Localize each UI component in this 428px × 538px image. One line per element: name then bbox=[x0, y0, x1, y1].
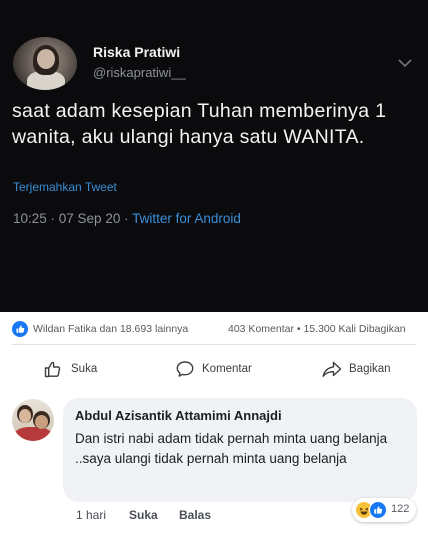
thumbs-up-icon bbox=[44, 361, 61, 378]
tweet-timestamp: 10:25 · 07 Sep 20 · bbox=[13, 211, 133, 226]
comment-time[interactable]: 1 hari bbox=[76, 508, 106, 522]
divider bbox=[12, 344, 416, 345]
tweet-card: Riska Pratiwi @riskapratiwi__ saat adam … bbox=[0, 0, 428, 312]
like-icon bbox=[369, 501, 387, 519]
like-label: Suka bbox=[71, 363, 98, 375]
facebook-post-footer: Wildan Fatika dan 18.693 lainnya 403 Kom… bbox=[0, 312, 428, 538]
chevron-down-icon[interactable] bbox=[398, 58, 412, 68]
share-button[interactable]: Bagikan bbox=[321, 359, 401, 379]
tweet-author-name[interactable]: Riska Pratiwi bbox=[93, 44, 180, 60]
like-reaction-icon bbox=[12, 321, 28, 337]
comment-bubble: Abdul Azisantik Attamimi Annajdi Dan ist… bbox=[63, 398, 417, 502]
share-label: Bagikan bbox=[349, 363, 391, 375]
tweet-text: saat adam kesepian Tuhan memberinya 1 wa… bbox=[12, 100, 387, 148]
comment-share-counts[interactable]: 403 Komentar • 15.300 Kali Dibagikan bbox=[228, 323, 406, 335]
tweet-author-avatar[interactable] bbox=[13, 37, 77, 90]
comment-reactions[interactable]: 122 bbox=[352, 498, 416, 522]
comment-label: Komentar bbox=[202, 363, 252, 375]
reaction-count: 122 bbox=[391, 503, 410, 515]
tweet-source-link[interactable]: Twitter for Android bbox=[132, 211, 241, 226]
commenter-avatar[interactable] bbox=[12, 399, 54, 441]
share-icon bbox=[322, 361, 342, 377]
tweet-meta: 10:25 · 07 Sep 20 · Twitter for Android bbox=[13, 211, 241, 226]
comment-reply-button[interactable]: Balas bbox=[179, 508, 211, 522]
commenter-name[interactable]: Abdul Azisantik Attamimi Annajdi bbox=[75, 408, 282, 423]
comment-icon bbox=[176, 361, 194, 377]
translate-tweet-link[interactable]: Terjemahkan Tweet bbox=[13, 180, 117, 194]
reactors-summary[interactable]: Wildan Fatika dan 18.693 lainnya bbox=[33, 323, 188, 335]
post-stats: Wildan Fatika dan 18.693 lainnya 403 Kom… bbox=[12, 321, 422, 337]
comment-like-button[interactable]: Suka bbox=[129, 508, 158, 522]
tweet-author-handle[interactable]: @riskapratiwi__ bbox=[93, 65, 186, 80]
comment-button[interactable]: Komentar bbox=[175, 359, 275, 379]
comment-text: Dan istri nabi adam tidak pernah minta u… bbox=[75, 431, 388, 466]
like-button[interactable]: Suka bbox=[43, 359, 113, 379]
